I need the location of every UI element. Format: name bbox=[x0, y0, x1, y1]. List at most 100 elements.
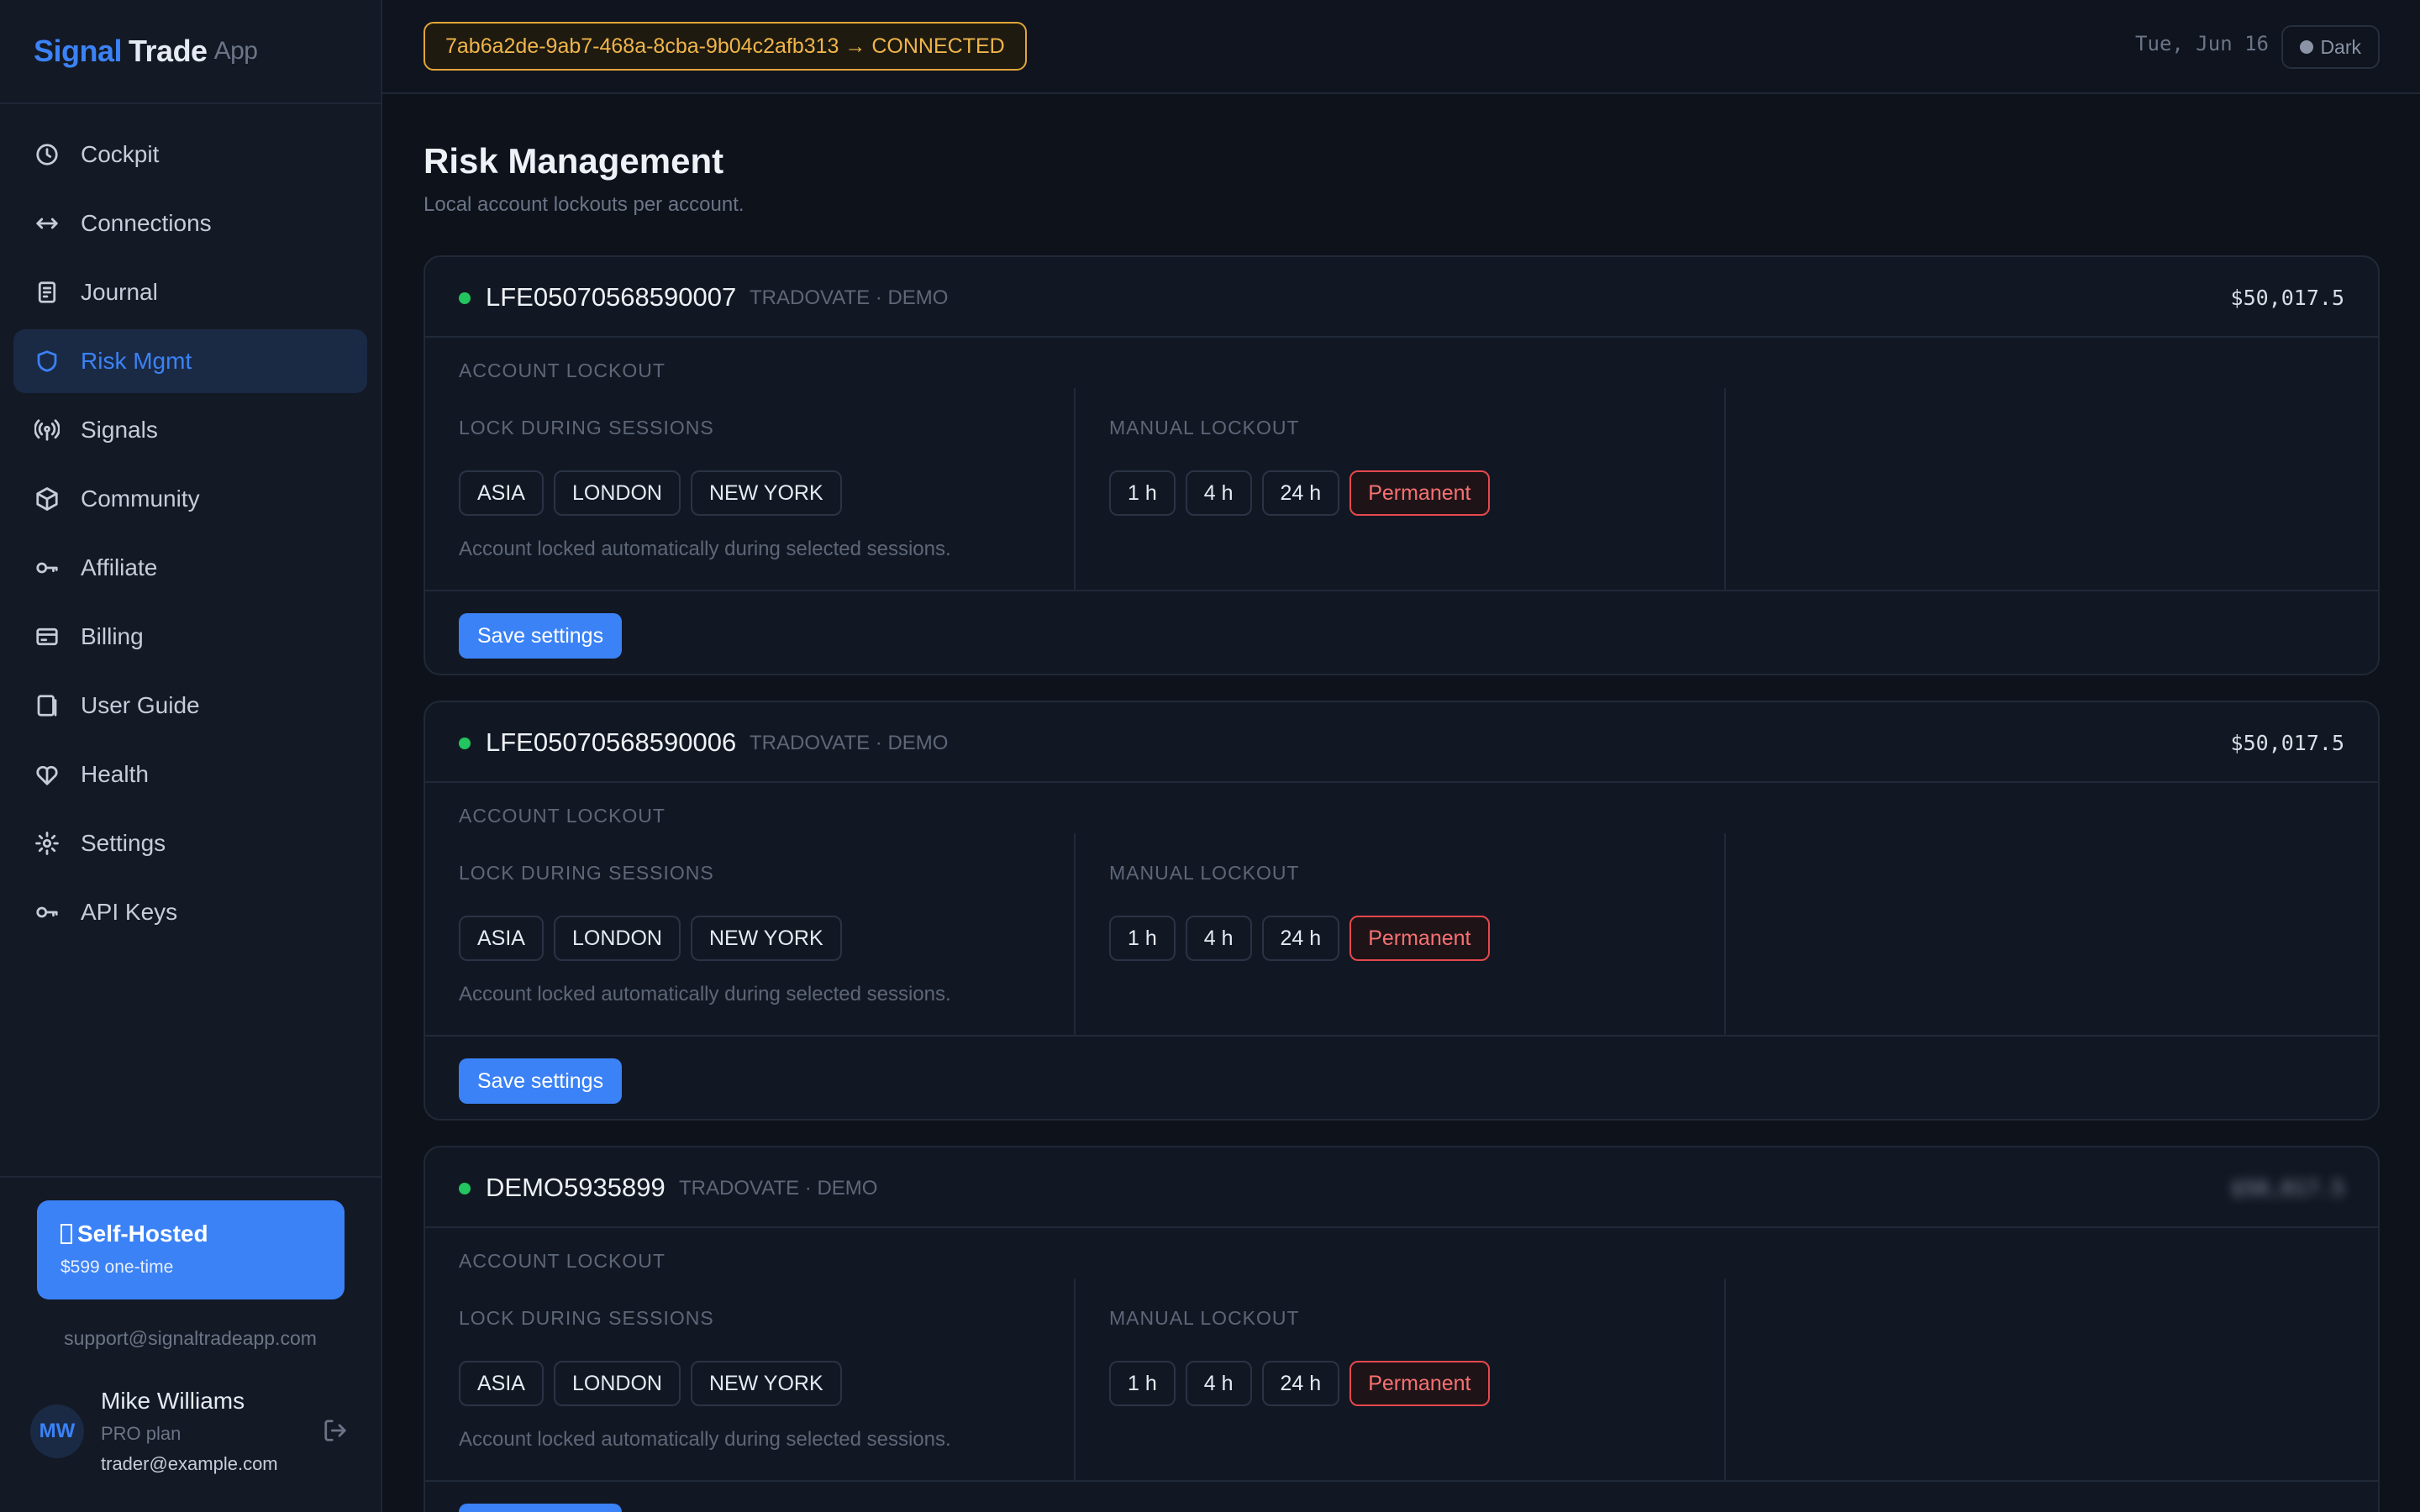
page-subtitle: Local account lockouts per account. bbox=[424, 193, 744, 216]
session-chips: ASIA LONDON NEW YORK bbox=[459, 1361, 852, 1406]
arrows-icon bbox=[34, 210, 60, 237]
lock-sessions-label: LOCK DURING SESSIONS bbox=[459, 1307, 714, 1329]
manual-lockout-column: MANUAL LOCKOUT 1 h4 h 24 h Permanent bbox=[1076, 833, 1726, 1035]
lockout-4h-button[interactable]: 4 h bbox=[1185, 916, 1252, 961]
lock-sessions-label: LOCK DURING SESSIONS bbox=[459, 862, 714, 884]
sidebar: Signal Trade App Cockpit Connections Journ… bbox=[0, 0, 382, 1512]
card-footer: Save settings bbox=[425, 590, 2378, 675]
sidebar-footer: Self-Hosted $599 one-time support@signal… bbox=[0, 1176, 381, 1512]
sidebar-item-label: Health bbox=[81, 761, 149, 787]
session-chip-new-york[interactable]: NEW YORK bbox=[690, 1361, 842, 1406]
sidebar-item-signals[interactable]: Signals bbox=[13, 398, 367, 462]
account-meta: TRADOVATE · DEMO bbox=[750, 286, 949, 309]
sessions-column: LOCK DURING SESSIONS ASIA LONDON NEW YORK Ac… bbox=[425, 388, 1076, 590]
brand-part-3: App bbox=[213, 37, 258, 65]
session-chip-london[interactable]: LONDON bbox=[553, 1361, 681, 1406]
account-balance: $50,017.5 bbox=[2230, 1176, 2344, 1200]
duration-chips: 1 h4 h 24 h Permanent bbox=[1109, 916, 1500, 961]
session-chips: ASIA LONDON NEW YORK bbox=[459, 470, 852, 516]
manual-lockout-label: MANUAL LOCKOUT bbox=[1109, 417, 1300, 438]
sessions-note: Account locked automatically during sele… bbox=[459, 538, 951, 560]
sessions-column: LOCK DURING SESSIONS ASIA LONDON NEW YORK Ac… bbox=[425, 833, 1076, 1035]
lockout-1h-button[interactable]: 1 h bbox=[1109, 470, 1176, 516]
lockout-4h-button[interactable]: 4 h bbox=[1185, 470, 1252, 516]
user-name: Mike Williams bbox=[101, 1388, 245, 1414]
lockout-permanent-button[interactable]: Permanent bbox=[1349, 916, 1490, 961]
sidebar-item-settings[interactable]: Settings bbox=[13, 811, 367, 875]
sidebar-item-label: Journal bbox=[81, 279, 158, 305]
session-chip-london[interactable]: LONDON bbox=[553, 470, 681, 516]
lockout-4h-button[interactable]: 4 h bbox=[1185, 1361, 1252, 1406]
sidebar-item-label: Signals bbox=[81, 417, 158, 443]
lockout-24h-button[interactable]: 24 h bbox=[1261, 470, 1340, 516]
session-chip-asia[interactable]: ASIA bbox=[459, 470, 544, 516]
account-id: LFE05070568590007 bbox=[486, 282, 737, 312]
sidebar-item-label: API Keys bbox=[81, 899, 178, 925]
save-settings-button[interactable]: Save settings bbox=[459, 1058, 623, 1104]
theme-dot-icon bbox=[2300, 40, 2314, 54]
session-chip-asia[interactable]: ASIA bbox=[459, 916, 544, 961]
sidebar-item-label: Risk Mgmt bbox=[81, 348, 192, 374]
user-email: trader@example.com bbox=[101, 1453, 278, 1474]
sessions-note: Account locked automatically during sele… bbox=[459, 983, 951, 1005]
session-chip-london[interactable]: LONDON bbox=[553, 916, 681, 961]
manual-lockout-label: MANUAL LOCKOUT bbox=[1109, 862, 1300, 884]
account-card: DEMO5935899 TRADOVATE · DEMO $50,017.5 ACCO… bbox=[424, 1146, 2380, 1512]
lockout-24h-button[interactable]: 24 h bbox=[1261, 1361, 1340, 1406]
sidebar-item-affiliate[interactable]: Affiliate bbox=[13, 536, 367, 600]
lockout-permanent-button[interactable]: Permanent bbox=[1349, 1361, 1490, 1406]
duration-chips: 1 h4 h 24 h Permanent bbox=[1109, 470, 1500, 516]
account-lockout-title: ACCOUNT LOCKOUT bbox=[459, 360, 666, 381]
sidebar-item-api-keys[interactable]: API Keys bbox=[13, 880, 367, 944]
account-id: DEMO5935899 bbox=[486, 1173, 666, 1202]
shield-icon bbox=[34, 348, 60, 375]
session-chip-new-york[interactable]: NEW YORK bbox=[690, 916, 842, 961]
cube-icon bbox=[34, 486, 60, 512]
sidebar-item-connections[interactable]: Connections bbox=[13, 192, 367, 255]
promo-title: Self-Hosted bbox=[77, 1221, 208, 1247]
brand-logo[interactable]: Signal Trade App bbox=[0, 0, 381, 104]
save-settings-button[interactable]: Save settings bbox=[459, 1504, 623, 1512]
lockout-permanent-button[interactable]: Permanent bbox=[1349, 470, 1490, 516]
sidebar-item-risk-mgmt[interactable]: Risk Mgmt bbox=[13, 329, 367, 393]
sidebar-item-billing[interactable]: Billing bbox=[13, 605, 367, 669]
account-meta: TRADOVATE · DEMO bbox=[750, 732, 949, 754]
card-footer: Save settings bbox=[425, 1035, 2378, 1121]
sidebar-item-community[interactable]: Community bbox=[13, 467, 367, 531]
save-settings-button[interactable]: Save settings bbox=[459, 613, 623, 659]
promo-price: $599 one-time bbox=[60, 1257, 174, 1277]
sidebar-item-user-guide[interactable]: User Guide bbox=[13, 674, 367, 738]
current-date: Tue, Jun 16 bbox=[2135, 32, 2269, 55]
gear-icon bbox=[34, 830, 60, 857]
lockout-1h-button[interactable]: 1 h bbox=[1109, 916, 1176, 961]
manual-lockout-column: MANUAL LOCKOUT 1 h4 h 24 h Permanent bbox=[1076, 388, 1726, 590]
session-chip-new-york[interactable]: NEW YORK bbox=[690, 470, 842, 516]
lockout-24h-button[interactable]: 24 h bbox=[1261, 916, 1340, 961]
session-chip-asia[interactable]: ASIA bbox=[459, 1361, 544, 1406]
lock-sessions-label: LOCK DURING SESSIONS bbox=[459, 417, 714, 438]
sidebar-item-cockpit[interactable]: Cockpit bbox=[13, 123, 367, 186]
user-profile: MW Mike Williams PRO plan trader@example… bbox=[30, 1388, 350, 1480]
account-card: LFE05070568590007 TRADOVATE · DEMO $50,017… bbox=[424, 255, 2380, 675]
sessions-column: LOCK DURING SESSIONS ASIA LONDON NEW YORK Ac… bbox=[425, 1278, 1076, 1480]
sidebar-item-journal[interactable]: Journal bbox=[13, 260, 367, 324]
manual-lockout-label: MANUAL LOCKOUT bbox=[1109, 1307, 1300, 1329]
user-plan: PRO plan bbox=[101, 1423, 182, 1444]
theme-label: Dark bbox=[2320, 35, 2361, 58]
self-hosted-promo[interactable]: Self-Hosted $599 one-time bbox=[37, 1200, 345, 1299]
sidebar-item-health[interactable]: Health bbox=[13, 743, 367, 806]
sidebar-nav: Cockpit Connections Journal Risk Mgmt Signal… bbox=[0, 104, 381, 944]
status-dot-icon bbox=[459, 738, 471, 749]
account-header: DEMO5935899 TRADOVATE · DEMO $50,017.5 bbox=[425, 1147, 2378, 1228]
lockout-1h-button[interactable]: 1 h bbox=[1109, 1361, 1176, 1406]
theme-toggle[interactable]: Dark bbox=[2281, 25, 2380, 69]
connection-status-badge[interactable]: 7ab6a2de-9ab7-468a-8cba-9b04c2afb313 → C… bbox=[424, 22, 1027, 71]
account-balance: $50,017.5 bbox=[2230, 731, 2344, 755]
support-email[interactable]: support@signaltradeapp.com bbox=[0, 1327, 381, 1350]
logout-icon[interactable] bbox=[323, 1418, 350, 1445]
account-lockout-title: ACCOUNT LOCKOUT bbox=[459, 805, 666, 827]
account-balance: $50,017.5 bbox=[2230, 286, 2344, 310]
brand-part-1: Signal bbox=[34, 34, 123, 68]
signal-icon bbox=[34, 417, 60, 444]
avatar[interactable]: MW bbox=[30, 1404, 84, 1458]
